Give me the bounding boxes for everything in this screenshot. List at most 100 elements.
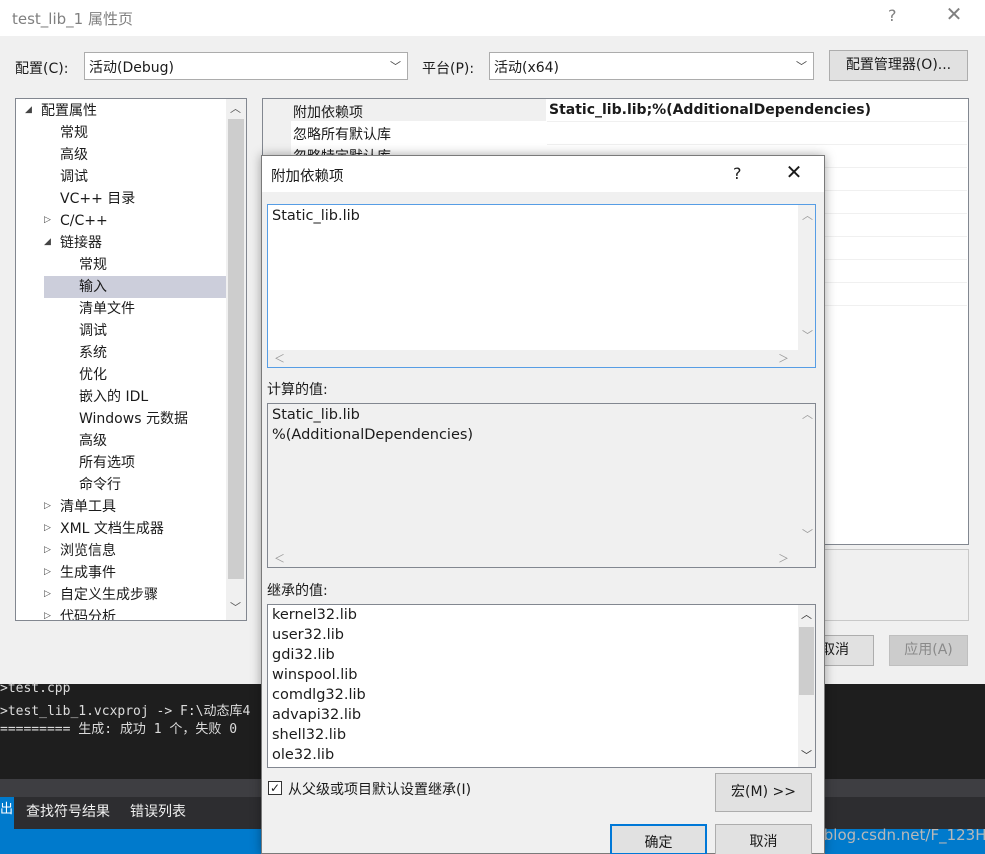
tree-item[interactable]: 常规 bbox=[79, 254, 107, 276]
expand-arrow-icon[interactable]: ▷ bbox=[44, 545, 51, 555]
output-line: >test_lib_1.vcxproj -> F:\动态库4 bbox=[0, 704, 251, 719]
tab-output[interactable]: 出 bbox=[0, 797, 14, 829]
inherited-value-line: winspool.lib bbox=[272, 667, 358, 683]
tree-item[interactable]: 清单文件 bbox=[79, 298, 135, 320]
inherited-values-label: 继承的值: bbox=[267, 583, 328, 599]
inherited-values-list: kernel32.lib user32.lib gdi32.lib winspool.… bbox=[267, 604, 816, 768]
expand-arrow-icon[interactable]: ▷ bbox=[44, 589, 51, 599]
tab-find-symbol-results[interactable]: 查找符号结果 bbox=[26, 801, 110, 821]
inherited-value-line: advapi32.lib bbox=[272, 707, 362, 723]
computed-hscroll[interactable]: ＜ ＞ bbox=[268, 550, 815, 567]
dependencies-input-text[interactable]: Static_lib.lib bbox=[272, 208, 360, 224]
inherited-vscroll[interactable]: ︿ ﹀ bbox=[798, 605, 815, 767]
inherited-scroll-thumb[interactable] bbox=[799, 627, 814, 695]
expand-arrow-icon[interactable]: ▷ bbox=[44, 567, 51, 577]
config-value: 活动(Debug) bbox=[89, 60, 174, 76]
tree-item[interactable]: VC++ 目录 bbox=[60, 188, 135, 210]
tab-error-list[interactable]: 错误列表 bbox=[130, 801, 186, 821]
config-manager-button[interactable]: 配置管理器(O)... bbox=[829, 50, 968, 81]
help-icon[interactable]: ? bbox=[888, 6, 897, 25]
output-line: >test.cpp bbox=[0, 681, 71, 696]
tree-item[interactable]: 浏览信息 bbox=[60, 540, 116, 562]
tree-item[interactable]: Windows 元数据 bbox=[79, 408, 188, 430]
inherited-value-line: gdi32.lib bbox=[272, 647, 335, 663]
scroll-up-icon[interactable]: ︿ bbox=[802, 207, 813, 223]
tree-item[interactable]: 调试 bbox=[60, 166, 88, 188]
tree-item[interactable]: 配置属性 bbox=[41, 100, 97, 122]
tree-item[interactable]: 调试 bbox=[79, 320, 107, 342]
inherited-value-line: user32.lib bbox=[272, 627, 344, 643]
tree-item[interactable]: 生成事件 bbox=[60, 562, 116, 584]
dialog-title-bar: 附加依赖项 ? ✕ bbox=[262, 156, 824, 192]
scroll-right-icon[interactable]: ＞ bbox=[778, 550, 789, 566]
collapse-arrow-icon[interactable]: ◢ bbox=[44, 237, 51, 247]
config-dropdown[interactable]: 活动(Debug) ﹀ bbox=[84, 52, 408, 80]
cancel-button[interactable]: 取消 bbox=[715, 824, 812, 854]
close-icon[interactable]: ✕ bbox=[782, 160, 806, 184]
tree-item[interactable]: 系统 bbox=[79, 342, 107, 364]
tree-item[interactable]: 命令行 bbox=[79, 474, 121, 496]
scroll-down-icon[interactable]: ﹀ bbox=[230, 599, 241, 615]
expand-arrow-icon[interactable]: ▷ bbox=[44, 215, 51, 225]
scroll-down-icon[interactable]: ﹀ bbox=[801, 747, 812, 763]
grid-row-value[interactable]: Static_lib.lib;%(AdditionalDependencies) bbox=[549, 102, 871, 118]
inherited-value-line: ole32.lib bbox=[272, 747, 335, 763]
grid-divider bbox=[547, 144, 967, 145]
expand-arrow-icon[interactable]: ▷ bbox=[44, 501, 51, 511]
computed-values-box: Static_lib.lib %(AdditionalDependencies)… bbox=[267, 403, 816, 568]
tree-item[interactable]: 代码分析 bbox=[60, 606, 116, 620]
apply-button[interactable]: 应用(A) bbox=[889, 635, 968, 666]
collapse-arrow-icon[interactable]: ◢ bbox=[25, 105, 32, 115]
platform-dropdown[interactable]: 活动(x64) ﹀ bbox=[489, 52, 814, 80]
tree-item[interactable]: XML 文档生成器 bbox=[60, 518, 164, 540]
close-icon[interactable]: ✕ bbox=[940, 2, 968, 32]
input-vscroll[interactable]: ︿ ﹀ bbox=[798, 205, 815, 350]
scroll-up-icon[interactable]: ︿ bbox=[802, 406, 813, 422]
scroll-right-icon[interactable]: ＞ bbox=[778, 350, 789, 366]
config-label: 配置(C): bbox=[15, 61, 69, 77]
scroll-down-icon[interactable]: ﹀ bbox=[802, 526, 813, 542]
expand-arrow-icon[interactable]: ▷ bbox=[44, 611, 51, 620]
platform-value: 活动(x64) bbox=[494, 60, 560, 76]
tree-item[interactable]: 所有选项 bbox=[79, 452, 135, 474]
ok-button[interactable]: 确定 bbox=[610, 824, 707, 854]
scroll-down-icon[interactable]: ﹀ bbox=[802, 327, 813, 343]
computed-values-label: 计算的值: bbox=[267, 382, 328, 398]
input-hscroll[interactable]: ＜ ＞ bbox=[268, 350, 815, 367]
tree-item[interactable]: 链接器 bbox=[60, 232, 102, 254]
tree-item[interactable]: 优化 bbox=[79, 364, 107, 386]
tree-item[interactable]: 嵌入的 IDL bbox=[79, 386, 148, 408]
window-title: test_lib_1 属性页 bbox=[12, 10, 133, 28]
computed-vscroll[interactable]: ︿ ﹀ bbox=[798, 404, 815, 550]
scroll-up-icon[interactable]: ︿ bbox=[230, 100, 241, 116]
additional-dependencies-dialog: 附加依赖项 ? ✕ Static_lib.lib ︿ ﹀ ＜ ＞ 计算的值: S… bbox=[261, 155, 825, 854]
grid-row-name[interactable]: 附加依赖项 bbox=[293, 102, 363, 122]
tree-item[interactable]: 清单工具 bbox=[60, 496, 116, 518]
computed-value-line: %(AdditionalDependencies) bbox=[272, 427, 474, 443]
chevron-down-icon: ﹀ bbox=[796, 60, 807, 73]
tree-scroll-thumb[interactable] bbox=[228, 119, 244, 579]
tree-item[interactable]: 高级 bbox=[79, 430, 107, 452]
inherit-checkbox-label[interactable]: 从父级或项目默认设置继承(I) bbox=[288, 779, 471, 799]
tree-item[interactable]: 常规 bbox=[60, 122, 88, 144]
dependencies-input[interactable]: Static_lib.lib ︿ ﹀ ＜ ＞ bbox=[267, 204, 816, 368]
grid-row-name[interactable]: 忽略所有默认库 bbox=[293, 124, 391, 144]
inherited-value-line: comdlg32.lib bbox=[272, 687, 366, 703]
chevron-down-icon: ﹀ bbox=[390, 60, 401, 73]
macro-button[interactable]: 宏(M) >> bbox=[715, 773, 812, 812]
scroll-left-icon[interactable]: ＜ bbox=[274, 350, 285, 366]
dialog-title: 附加依赖项 bbox=[271, 169, 344, 185]
tree-item[interactable]: 高级 bbox=[60, 144, 88, 166]
expand-arrow-icon[interactable]: ▷ bbox=[44, 523, 51, 533]
scroll-up-icon[interactable]: ︿ bbox=[801, 606, 812, 622]
tree-item[interactable]: 自定义生成步骤 bbox=[60, 584, 158, 606]
output-line: ========= 生成: 成功 1 个，失败 0 bbox=[0, 722, 238, 737]
property-tree: ◢ 配置属性 常规 高级 调试 VC++ 目录 ▷ C/C++ ◢ 链接器 常规 输入 清单文件 调试 系统… bbox=[15, 98, 247, 621]
tree-item[interactable]: C/C++ bbox=[60, 210, 108, 232]
inherited-value-line: shell32.lib bbox=[272, 727, 347, 743]
scroll-left-icon[interactable]: ＜ bbox=[274, 550, 285, 566]
inherit-checkbox[interactable]: ✓ bbox=[268, 781, 282, 795]
cancel-button-label: 取消 bbox=[821, 642, 849, 658]
help-icon[interactable]: ? bbox=[733, 164, 742, 183]
tree-item[interactable]: 输入 bbox=[79, 276, 107, 298]
